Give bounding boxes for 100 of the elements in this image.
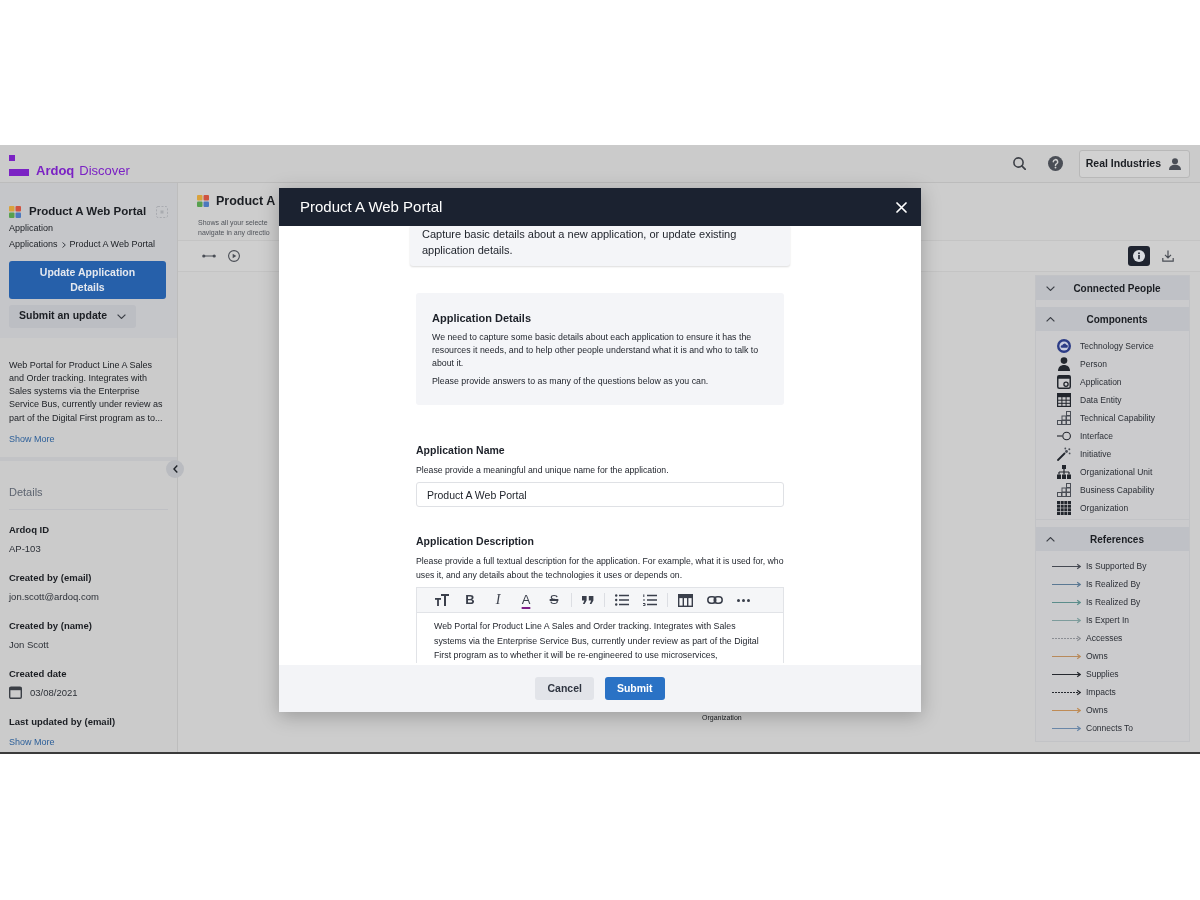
- reference-label: Is Expert In: [1086, 615, 1129, 625]
- field-help-text: Please provide a meaningful and unique name for the application.: [416, 464, 670, 477]
- chevron-up-icon: [1046, 316, 1055, 322]
- cloud-circle-icon: [1057, 339, 1071, 353]
- play-circle-icon[interactable]: [228, 250, 240, 262]
- field-label: Created by (email): [9, 571, 92, 584]
- text-input[interactable]: Product A Web Portal: [416, 482, 784, 507]
- field-help-text: Please provide a full textual description for the application. For example, what it is used for, who uses it, and any details about the technologies it uses or depends on.: [416, 555, 784, 582]
- component-label: Data Entity: [1080, 395, 1122, 405]
- window-gear-icon: [1057, 375, 1071, 389]
- bullet-list-icon[interactable]: [615, 594, 629, 606]
- field-label: Application Name: [416, 443, 506, 457]
- item-type: Application: [9, 222, 54, 235]
- update-details-button[interactable]: Update Application Details: [9, 260, 166, 299]
- reference-label: Connects To: [1086, 723, 1134, 733]
- logo-icon: [9, 154, 29, 176]
- wand-sparkle-icon: [1057, 447, 1071, 461]
- info-icon: [1133, 250, 1145, 262]
- chevron-right-icon: [61, 241, 66, 248]
- help-icon[interactable]: [1047, 156, 1063, 171]
- component-label: Interface: [1080, 431, 1114, 441]
- cancel-button[interactable]: Cancel: [535, 677, 594, 700]
- component-label: Person: [1080, 359, 1107, 369]
- reference-label: Supplies: [1086, 669, 1119, 679]
- card-text: Please provide answers to as many of the questions below as you can.: [432, 375, 710, 388]
- breadcrumb-link[interactable]: Product A Web Portal: [69, 238, 155, 251]
- square-grid-icon: [1057, 501, 1071, 515]
- bold-button[interactable]: B: [459, 589, 481, 611]
- account-button[interactable]: Real Industries: [1078, 149, 1190, 178]
- text-color-button[interactable]: A: [515, 589, 537, 611]
- field-label: Ardoq ID: [9, 523, 50, 536]
- component-label: Application: [1080, 377, 1122, 387]
- search-icon[interactable]: [1012, 157, 1026, 170]
- italic-button[interactable]: I: [487, 589, 509, 611]
- field-value: 03/08/2021: [30, 686, 78, 699]
- component-label: Technology Service: [1080, 341, 1154, 351]
- section-header[interactable]: References: [1036, 527, 1189, 551]
- reference-label: Owns: [1086, 651, 1108, 661]
- more-icon[interactable]: [737, 598, 750, 602]
- colored-squares-icon: [9, 205, 21, 218]
- card-text: We need to capture some basic details about each application to ensure it has the resources it needs, and to help other people understand what it is and who to talk to about it.: [432, 331, 760, 370]
- rich-text-area[interactable]: Web Portal for Product Line A Sales and Order tracking. Integrates with Sales systems via the Enterprise Service Bus, currently under review as part of the Digital First program as to whether it will be re-engineered to use microservices,: [416, 613, 784, 663]
- field-label: Application Description: [416, 534, 535, 548]
- colored-squares-icon: [197, 195, 209, 207]
- dot-line-icon[interactable]: [202, 254, 216, 258]
- chevron-left-icon: [172, 465, 178, 473]
- numbered-list-icon[interactable]: [643, 594, 657, 606]
- download-icon[interactable]: [1162, 250, 1174, 262]
- reference-label: Impacts: [1086, 687, 1116, 697]
- description-text: Web Portal for Product Line A Sales and Order tracking. Integrates with Sales systems via the Enterprise Service Bus, currently under review as part of the Digital First program as to...: [9, 358, 164, 425]
- field-label: Created by (name): [9, 619, 92, 632]
- field-value: AP-103: [9, 542, 41, 555]
- quote-icon[interactable]: [582, 596, 594, 604]
- section-header[interactable]: Connected People: [1036, 276, 1189, 300]
- strikethrough-button[interactable]: S: [543, 589, 565, 611]
- component-label: Organizational Unit: [1080, 467, 1153, 477]
- modal-title: Product A Web Portal: [300, 198, 443, 216]
- info-button[interactable]: [1128, 246, 1150, 266]
- collapse-button[interactable]: [166, 460, 184, 478]
- field-label: Created date: [9, 667, 67, 680]
- component-label: Technical Capability: [1080, 413, 1156, 423]
- chevron-down-icon: [117, 313, 127, 319]
- reference-label: Owns: [1086, 705, 1108, 715]
- show-more-link[interactable]: Show More: [9, 433, 55, 447]
- component-label: Initiative: [1080, 449, 1112, 459]
- chevron-down-icon: [1046, 285, 1055, 291]
- reference-label: Accesses: [1086, 633, 1123, 643]
- link-icon[interactable]: [707, 596, 723, 604]
- component-label: Business Capability: [1080, 485, 1155, 495]
- field-value: jon.scott@ardoq.com: [9, 590, 99, 603]
- show-more-link[interactable]: Show More: [9, 736, 55, 749]
- org-chart-icon: [1057, 465, 1071, 479]
- line-circle-icon: [1057, 429, 1071, 443]
- text-size-icon[interactable]: [435, 594, 449, 606]
- table-icon[interactable]: [678, 593, 693, 607]
- section-header[interactable]: Components: [1036, 307, 1189, 331]
- close-icon[interactable]: [896, 201, 907, 213]
- person-icon: [1169, 157, 1181, 170]
- reference-label: Is Realized By: [1086, 597, 1141, 607]
- stepped-blocks-icon: [1057, 411, 1071, 425]
- reference-label: Is Supported By: [1086, 561, 1147, 571]
- submit-update-button[interactable]: Submit an update: [9, 304, 137, 328]
- submit-button[interactable]: Submit: [604, 677, 665, 700]
- product-name: Discover: [79, 162, 130, 178]
- breadcrumb-link[interactable]: Applications: [9, 238, 58, 251]
- details-heading: Details: [9, 485, 43, 499]
- field-value: Jon Scott: [9, 638, 49, 651]
- intro-text: Capture basic details about a new application, or update existing application details.: [422, 227, 738, 258]
- field-label: Last updated by (email): [9, 715, 116, 728]
- chevron-up-icon: [1046, 536, 1055, 542]
- table-grid-icon: [1057, 393, 1071, 407]
- brand-name: Ardoq: [36, 162, 75, 178]
- card-title: Application Details: [432, 311, 533, 325]
- stepped-blocks-icon: [1057, 483, 1071, 497]
- person-icon: [1057, 357, 1071, 371]
- component-label: Organization: [1080, 503, 1129, 513]
- view-title: Product A: [216, 193, 276, 209]
- calendar-icon: [9, 686, 22, 699]
- item-title: Product A Web Portal: [29, 204, 147, 219]
- reference-label: Is Realized By: [1086, 579, 1141, 589]
